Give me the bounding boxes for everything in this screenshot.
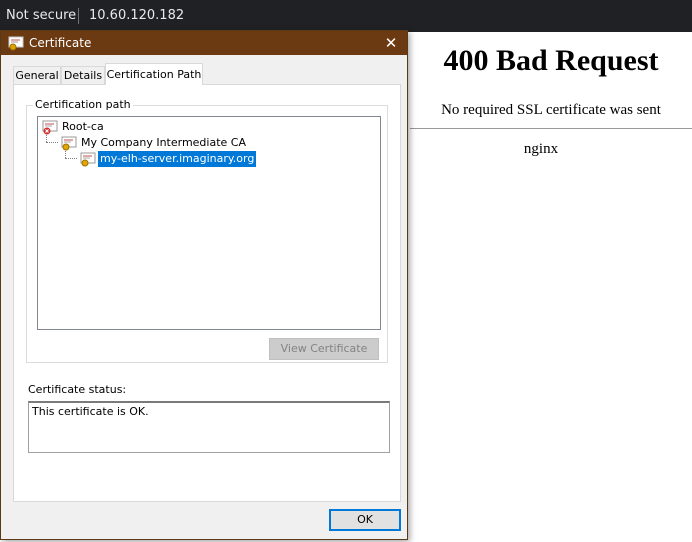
certificate-tree[interactable]: Root-ca My Company Intermediate CA my-el… [37, 116, 381, 330]
certificate-icon [61, 136, 77, 151]
tree-item-label: Root-ca [62, 120, 104, 133]
certificate-status-box[interactable]: This certificate is OK. [28, 401, 390, 453]
certificate-icon [80, 152, 96, 167]
address-bar-separator [78, 8, 79, 24]
tree-connector [46, 142, 58, 143]
tree-item-label: my-elh-server.imaginary.org [98, 151, 257, 167]
url-text[interactable]: 10.60.120.182 [89, 8, 184, 23]
certificate-dialog: Certificate ✕ General Details Certificat… [0, 30, 408, 540]
page-title: 400 Bad Request [443, 44, 659, 77]
error-message: No required SSL certificate was sent [441, 102, 661, 118]
certificate-error-icon [42, 120, 58, 135]
tab-certification-path[interactable]: Certification Path [105, 63, 203, 85]
tab-general[interactable]: General [13, 66, 61, 84]
tree-connector [65, 158, 77, 159]
dialog-titlebar[interactable]: Certificate ✕ [1, 31, 407, 55]
certification-path-group: Certification path Root-ca My Company In… [26, 98, 388, 363]
tab-details[interactable]: Details [61, 66, 105, 84]
browser-address-bar: Not secure 10.60.120.182 [0, 0, 692, 32]
certificate-status-text: This certificate is OK. [32, 405, 149, 418]
ok-button[interactable]: OK [329, 509, 401, 531]
tree-item-label: My Company Intermediate CA [81, 136, 246, 149]
view-certificate-button[interactable]: View Certificate [269, 338, 379, 360]
security-indicator[interactable]: Not secure [6, 8, 76, 23]
certification-path-label: Certification path [33, 98, 133, 111]
server-name: nginx [523, 141, 559, 157]
horizontal-rule [410, 128, 692, 129]
close-icon[interactable]: ✕ [381, 33, 401, 53]
certification-path-panel: Certification path Root-ca My Company In… [13, 84, 401, 502]
dialog-title: Certificate [29, 36, 92, 50]
certificate-status-label: Certificate status: [28, 383, 127, 396]
certificate-app-icon [8, 36, 24, 51]
